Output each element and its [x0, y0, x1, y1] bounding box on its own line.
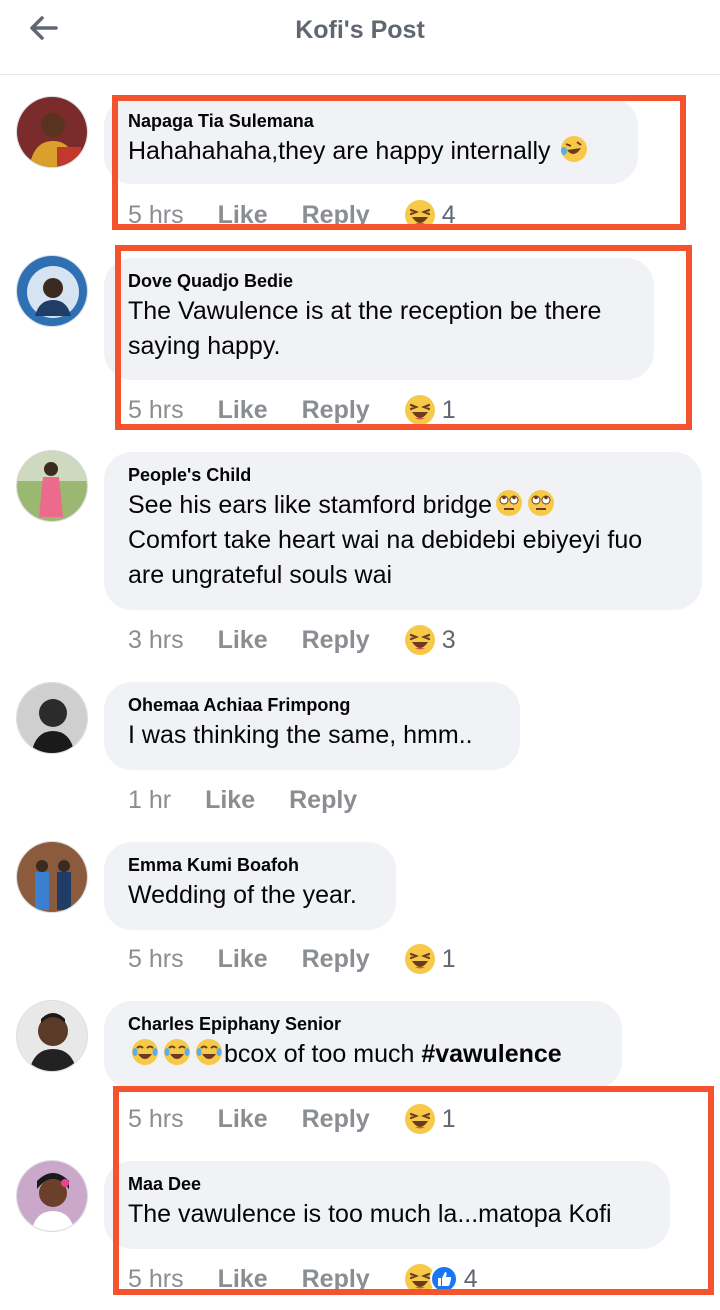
comment-actions: 5 hrs Like Reply 4 — [128, 1262, 478, 1296]
reply-button[interactable]: Reply — [302, 626, 370, 655]
eye-roll-emoji-icon — [528, 490, 555, 516]
comment-text-line: Wedding of the year. — [128, 881, 357, 909]
comment-time[interactable]: 5 hrs — [128, 396, 184, 425]
comment-author[interactable]: Dove Quadjo Bedie — [128, 268, 632, 294]
tears-of-joy-emoji-icon — [132, 1039, 158, 1065]
like-button[interactable]: Like — [218, 201, 268, 230]
comment-text: Hahahahaha,they are happy internally — [128, 134, 616, 169]
comment-actions: 5 hrs Like Reply 4 — [128, 198, 456, 232]
comment-text-prefix: bcox of too much — [224, 1040, 422, 1068]
avatar[interactable] — [16, 1160, 88, 1232]
top-bar: Kofi's Post — [0, 0, 720, 75]
comment-author[interactable]: People's Child — [128, 462, 680, 488]
avatar[interactable] — [16, 1000, 88, 1072]
comment-bubble: People's Child See his ears like stamfor… — [104, 452, 702, 610]
comment-text-line: I was thinking the same, hmm.. — [128, 721, 473, 749]
eye-roll-emoji-icon — [496, 490, 523, 516]
like-button[interactable]: Like — [218, 1105, 268, 1134]
comment-bubble: Charles Epiphany Senior bcox of too much… — [104, 1001, 622, 1089]
comment-text-line: Comfort take heart wai na debidebi ebiye… — [128, 526, 643, 554]
reply-button[interactable]: Reply — [302, 1105, 370, 1134]
reply-button[interactable]: Reply — [302, 396, 370, 425]
comment-author[interactable]: Napaga Tia Sulemana — [128, 108, 616, 134]
laughing-emoji-icon — [404, 395, 435, 425]
comment-actions: 5 hrs Like Reply 1 — [128, 942, 456, 976]
comment-time[interactable]: 1 hr — [128, 786, 171, 815]
comment-text-line: saying happy. — [128, 332, 281, 360]
like-button[interactable]: Like — [218, 396, 268, 425]
reaction-count: 4 — [441, 200, 456, 229]
comment-text-line: The vawulence is too much la...matopa Ko… — [128, 1200, 612, 1228]
tears-of-joy-emoji-icon — [164, 1039, 190, 1065]
comment-text-line: are ungrateful souls wai — [128, 561, 393, 589]
reaction-count: 4 — [463, 1264, 478, 1293]
comment-bubble: Ohemaa Achiaa Frimpong I was thinking th… — [104, 682, 520, 770]
avatar[interactable] — [16, 841, 88, 913]
laughing-emoji-icon — [404, 625, 435, 655]
reaction-summary[interactable]: 1 — [404, 1103, 456, 1135]
thumbs-up-emoji-icon — [429, 1265, 458, 1293]
comment-bubble: Dove Quadjo Bedie The Vawulence is at th… — [104, 258, 654, 380]
rofl-emoji-icon — [561, 136, 588, 162]
reaction-count: 3 — [441, 625, 456, 654]
comment-text-line: Hahahahaha,they are happy internally — [128, 137, 551, 165]
comment-text-line: The Vawulence is at the reception be the… — [128, 297, 602, 325]
reply-button[interactable]: Reply — [302, 201, 370, 230]
laughing-emoji-icon — [404, 944, 435, 974]
avatar[interactable] — [16, 450, 88, 522]
reaction-summary[interactable]: 4 — [404, 1263, 478, 1295]
comment-time[interactable]: 5 hrs — [128, 1265, 184, 1294]
avatar[interactable] — [16, 255, 88, 327]
reaction-summary[interactable]: 4 — [404, 199, 456, 231]
comment-bubble: Maa Dee The vawulence is too much la...m… — [104, 1161, 670, 1249]
like-button[interactable]: Like — [218, 945, 268, 974]
reply-button[interactable]: Reply — [302, 1265, 370, 1294]
comment-text: bcox of too much #vawulence — [128, 1037, 600, 1072]
comment-bubble: Napaga Tia Sulemana Hahahahaha,they are … — [104, 98, 638, 184]
comment-author[interactable]: Maa Dee — [128, 1171, 648, 1197]
comment-text-line: See his ears like stamford bridge — [128, 491, 493, 519]
reaction-count: 1 — [441, 1104, 456, 1133]
reaction-count: 1 — [441, 944, 456, 973]
hashtag-link[interactable]: #vawulence — [421, 1040, 561, 1068]
avatar[interactable] — [16, 682, 88, 754]
comment-text: See his ears like stamford bridge — [128, 488, 680, 523]
reaction-summary[interactable]: 3 — [404, 624, 456, 656]
like-button[interactable]: Like — [205, 786, 255, 815]
reaction-count: 1 — [441, 395, 456, 424]
comment-time[interactable]: 5 hrs — [128, 945, 184, 974]
reaction-summary[interactable]: 1 — [404, 394, 456, 426]
reply-button[interactable]: Reply — [289, 786, 357, 815]
comment-author[interactable]: Charles Epiphany Senior — [128, 1011, 600, 1037]
like-button[interactable]: Like — [218, 626, 268, 655]
laughing-emoji-icon — [404, 1104, 435, 1134]
tears-of-joy-emoji-icon — [196, 1039, 222, 1065]
like-button[interactable]: Like — [218, 1265, 268, 1294]
reaction-summary[interactable]: 1 — [404, 943, 456, 975]
laughing-emoji-icon — [404, 200, 435, 230]
comment-time[interactable]: 3 hrs — [128, 626, 184, 655]
comment-author[interactable]: Emma Kumi Boafoh — [128, 852, 374, 878]
comment-actions: 5 hrs Like Reply 1 — [128, 1102, 456, 1136]
comment-author[interactable]: Ohemaa Achiaa Frimpong — [128, 692, 498, 718]
comment-bubble: Emma Kumi Boafoh Wedding of the year. — [104, 842, 396, 930]
avatar[interactable] — [16, 96, 88, 168]
comment-time[interactable]: 5 hrs — [128, 1105, 184, 1134]
comment-actions: 3 hrs Like Reply 3 — [128, 623, 456, 657]
page-title: Kofi's Post — [295, 16, 425, 44]
comment-actions: 1 hr Like Reply — [128, 783, 391, 817]
comment-time[interactable]: 5 hrs — [128, 201, 184, 230]
comment-actions: 5 hrs Like Reply 1 — [128, 393, 456, 427]
reply-button[interactable]: Reply — [302, 945, 370, 974]
